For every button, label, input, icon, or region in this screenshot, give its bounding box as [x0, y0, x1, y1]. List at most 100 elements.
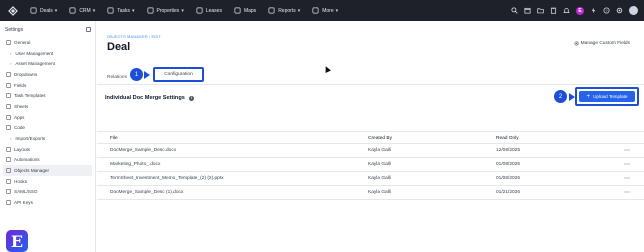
plus-icon: +: [586, 93, 591, 100]
templates-table: File Created By Read Only DocMerge_Sampl…: [97, 131, 644, 200]
automations-icon: [6, 157, 11, 163]
chevron-right-icon: ›: [10, 136, 12, 142]
sidebar-item-asset-management[interactable]: › Asset Management: [0, 58, 95, 69]
nav-item-deals[interactable]: Deals ▾: [30, 7, 57, 14]
sidebar-item-label: Hooks: [14, 178, 28, 184]
sidebar-item-label: User Management: [15, 50, 54, 56]
lightning-icon[interactable]: [590, 7, 597, 14]
nav-item-more[interactable]: More ▾: [312, 7, 338, 14]
nav-item-reports[interactable]: Reports ▾: [268, 7, 300, 14]
column-header-read-only[interactable]: Read Only: [496, 136, 519, 141]
annotation-step-2: 2: [554, 90, 567, 103]
gear-icon: [6, 39, 11, 45]
chevron-down-icon: ▾: [54, 7, 58, 14]
created-by-cell: Kayla Galli: [368, 162, 391, 167]
section-title: Individual Doc Merge Settings i: [105, 95, 194, 101]
calendar-icon[interactable]: [524, 7, 531, 14]
chevron-down-icon: ▾: [132, 7, 135, 14]
nav-item-label: Deals: [40, 7, 53, 14]
table-row[interactable]: TermSheet_Investment_Memo_Template_(2) (…: [97, 172, 644, 186]
sidebar-item-layouts[interactable]: Layouts: [0, 144, 95, 155]
tasks-icon: [107, 7, 114, 14]
manage-custom-fields-label: Manage Custom Fields: [580, 41, 630, 46]
nav-item-label: More: [322, 7, 334, 14]
settings-gear-icon[interactable]: [616, 7, 623, 14]
maps-icon: [234, 7, 241, 14]
sidebar-item-label: API Keys: [14, 200, 33, 206]
table-row[interactable]: DocMerge_Sample_Desc.docx Kayla Galli 12/0…: [97, 144, 644, 158]
read-only-cell: 12/08/2025: [496, 148, 521, 153]
sidebar-item-saml-sso[interactable]: SAML/SSO: [0, 187, 95, 198]
sidebar-item-label: Layouts: [14, 146, 31, 152]
chevron-down-icon: ▾: [335, 7, 339, 14]
created-by-cell: Kayla Galli: [368, 176, 391, 181]
nav-item-crm[interactable]: CRM ▾: [69, 7, 95, 14]
row-more-icon[interactable]: ⋯: [624, 161, 630, 168]
sidebar-item-sheets[interactable]: Sheets: [0, 101, 95, 112]
breadcrumb[interactable]: OBJECTS MANAGER / EDIT: [107, 35, 161, 39]
clipboard-icon[interactable]: [550, 7, 557, 14]
tab-configuration[interactable]: Configuration: [153, 67, 204, 82]
row-more-icon[interactable]: ⋯: [624, 189, 630, 196]
sheets-icon: [6, 104, 11, 109]
nav-item-maps[interactable]: Maps: [234, 7, 256, 14]
search-icon[interactable]: [511, 7, 518, 14]
help-icon[interactable]: ?: [603, 7, 610, 14]
sidebar-item-task-templates[interactable]: Task Templates: [0, 90, 95, 101]
sidebar-item-code[interactable]: Code: [0, 123, 95, 134]
upload-template-button[interactable]: + Upload Template: [579, 91, 635, 102]
info-icon[interactable]: i: [188, 95, 194, 101]
fields-icon: [6, 82, 11, 88]
sidebar-item-general[interactable]: General: [0, 37, 95, 48]
tab-relations[interactable]: Relations: [107, 75, 127, 80]
sidebar-item-dropdowns[interactable]: Dropdowns: [0, 69, 95, 80]
sidebar-item-fields[interactable]: Fields: [0, 80, 95, 91]
sidebar-item-api-keys[interactable]: API Keys: [0, 197, 95, 208]
table-row[interactable]: DocMerge_Sample_Desc (1).docx Kayla Galli…: [97, 186, 644, 200]
code-icon: [6, 125, 11, 131]
folder-icon[interactable]: [537, 7, 544, 14]
settings-sidebar: Settings General › User Management › Asset M…: [0, 21, 96, 252]
sidebar-item-label: SAML/SSO: [14, 189, 38, 195]
nav-item-label: Reports: [278, 7, 296, 14]
sidebar-item-label: Asset Management: [15, 61, 55, 67]
crm-icon: [69, 7, 76, 14]
table-row[interactable]: Marketing_Photo_.docx Kayla Galli 01/08/20…: [97, 158, 644, 172]
column-header-created-by[interactable]: Created By: [368, 136, 392, 141]
manage-custom-fields-link[interactable]: Manage Custom Fields: [574, 41, 630, 46]
upload-template-highlight: + Upload Template: [575, 87, 639, 106]
sidebar-item-label: Fields: [14, 82, 27, 88]
sidebar-item-apps[interactable]: Apps: [0, 112, 95, 123]
brand-logo[interactable]: E: [6, 230, 28, 252]
row-more-icon[interactable]: ⋯: [624, 175, 630, 182]
read-only-cell: 01/08/2026: [496, 176, 521, 181]
user-avatar-badge[interactable]: E: [576, 6, 584, 15]
sidebar-title: Settings: [5, 27, 24, 33]
file-cell: Marketing_Photo_.docx: [110, 162, 161, 167]
collapse-sidebar-icon[interactable]: [86, 27, 91, 32]
more-icon: [312, 7, 319, 14]
sidebar-item-objects-manager[interactable]: Objects Manager: [3, 165, 92, 176]
app-logo-icon[interactable]: [8, 5, 18, 16]
sidebar-item-label: Task Templates: [14, 93, 46, 99]
sidebar-item-label: Apps: [14, 114, 25, 120]
sidebar-item-automations[interactable]: Automations: [0, 155, 95, 166]
sidebar-item-hooks[interactable]: Hooks: [0, 176, 95, 187]
nav-item-leases[interactable]: Leases: [196, 7, 222, 14]
sidebar-item-label: Import/Exports: [15, 136, 46, 142]
sidebar-list: General › User Management › Asset Management…: [0, 37, 95, 208]
chevron-down-icon: ▾: [297, 7, 301, 14]
row-more-icon[interactable]: ⋯: [624, 147, 630, 154]
dropdown-icon: [6, 72, 11, 77]
sidebar-item-import-exports[interactable]: › Import/Exports: [0, 133, 95, 144]
nav-item-properties[interactable]: Properties ▾: [147, 7, 184, 14]
nav-item-tasks[interactable]: Tasks ▾: [107, 7, 135, 14]
bell-icon[interactable]: [563, 7, 570, 14]
sidebar-item-label: Code: [14, 125, 25, 131]
profile-avatar[interactable]: [629, 6, 638, 15]
file-cell: DocMerge_Sample_Desc.docx: [110, 148, 177, 153]
column-header-file[interactable]: File: [110, 136, 118, 141]
nav-item-label: Properties: [156, 7, 180, 14]
deals-icon: [30, 7, 37, 14]
sidebar-item-user-management[interactable]: › User Management: [0, 48, 95, 59]
